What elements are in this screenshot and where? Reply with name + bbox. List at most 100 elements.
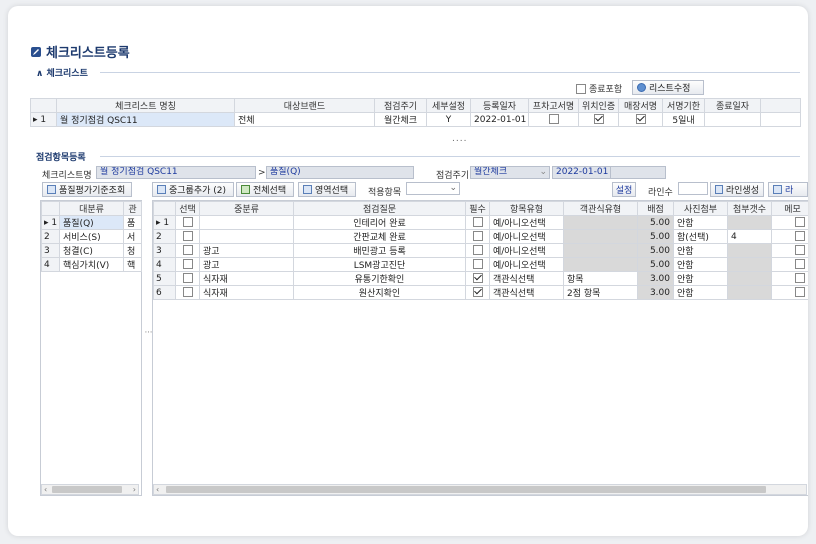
memo-checkbox[interactable] [795, 287, 805, 298]
vertical-splitter[interactable]: ⋮ [144, 328, 153, 336]
category-name[interactable]: 청결(C) [59, 243, 124, 258]
cell-memo[interactable] [771, 215, 808, 230]
col-header[interactable]: 체크리스트 명칭 [56, 98, 235, 113]
chevron-down-icon[interactable]: ⌄ [449, 183, 457, 194]
col-header[interactable]: 등록일자 [470, 98, 529, 113]
cell-mid-category[interactable]: 식자재 [199, 271, 294, 286]
cell-objective-type[interactable] [563, 243, 638, 258]
col-header[interactable]: 항목유형 [489, 201, 564, 216]
col-header[interactable]: 선택 [175, 201, 200, 216]
checklist-name-field[interactable]: 월 정기점검 QSC11 [96, 166, 256, 179]
memo-checkbox[interactable] [795, 259, 805, 270]
cell-franchise-sign[interactable] [528, 112, 579, 127]
cell-detail[interactable]: Y [426, 112, 471, 127]
cell-score[interactable]: 5.00 [637, 215, 674, 230]
col-header[interactable]: 프차고서명 [528, 98, 579, 113]
required-checkbox[interactable] [472, 287, 483, 298]
end-include-checkbox[interactable] [576, 83, 586, 94]
col-header[interactable]: 대분류 [59, 201, 124, 216]
cell-mid-category[interactable]: 광고 [199, 243, 294, 258]
item-row[interactable]: 3 광고 배민광고 등록 예/아니오선택 5.00 안함 [153, 243, 808, 258]
required-checkbox[interactable] [472, 231, 483, 242]
cell-sign-limit[interactable]: 5일내 [662, 112, 705, 127]
checklist-row[interactable]: ▸ 1 월 정기점검 QSC11 전체 월간체크 Y 2022-01-01 5일… [30, 112, 801, 127]
required-checkbox[interactable] [472, 259, 483, 270]
category-name[interactable]: 품질(Q) [59, 215, 124, 230]
scroll-right-icon[interactable]: › [133, 485, 136, 494]
select-checkbox[interactable] [182, 231, 193, 242]
category-row[interactable]: 4 핵심가치(V) 핵 [41, 257, 142, 272]
store-sign-checkbox[interactable] [635, 114, 646, 125]
required-checkbox[interactable] [472, 245, 483, 256]
category-row[interactable]: ▸ 1 품질(Q) 품 [41, 215, 142, 230]
cell-select[interactable] [175, 257, 200, 272]
cell-photo[interactable]: 안함 [673, 285, 728, 300]
cell-item-type[interactable]: 예/아니오선택 [489, 243, 564, 258]
item-row[interactable]: 2 간판교체 완료 예/아니오선택 5.00 함(선택) 4 [153, 229, 808, 244]
category-extra[interactable]: 서 [123, 229, 142, 244]
item-row[interactable]: 5 식자재 유통기한확인 객관식선택 항목 3.00 안함 [153, 271, 808, 286]
settings-button[interactable]: 설정 [612, 182, 636, 197]
col-header[interactable]: 배점 [637, 201, 674, 216]
category-name[interactable]: 서비스(S) [59, 229, 124, 244]
col-header[interactable]: 관 [123, 201, 142, 216]
cell-name[interactable]: 월 정기점검 QSC11 [56, 112, 235, 127]
memo-checkbox[interactable] [795, 217, 805, 228]
checklist-section-header[interactable]: ∧ 체크리스트 [36, 66, 88, 79]
scroll-left-icon[interactable]: ‹ [156, 485, 159, 494]
select-checkbox[interactable] [182, 217, 193, 228]
cell-item-type[interactable]: 예/아니오선택 [489, 215, 564, 230]
cell-question[interactable]: 인테리어 완료 [293, 215, 466, 230]
cell-memo[interactable] [771, 285, 808, 300]
cell-mid-category[interactable]: 광고 [199, 257, 294, 272]
col-header[interactable]: 종료일자 [704, 98, 761, 113]
cell-question[interactable]: 간판교체 완료 [293, 229, 466, 244]
cell-score[interactable]: 5.00 [637, 257, 674, 272]
franchise-sign-checkbox[interactable] [548, 114, 559, 125]
cell-item-type[interactable]: 예/아니오선택 [489, 229, 564, 244]
category-extra[interactable]: 청 [123, 243, 142, 258]
cell-question[interactable]: LSM광고진단 [293, 257, 466, 272]
col-header[interactable]: 세부설정 [426, 98, 471, 113]
category-extra[interactable]: 품 [123, 215, 142, 230]
cell-score[interactable]: 5.00 [637, 243, 674, 258]
cell-mid-category[interactable] [199, 215, 294, 230]
item-row[interactable]: 4 광고 LSM광고진단 예/아니오선택 5.00 안함 [153, 257, 808, 272]
col-header[interactable]: 점검주기 [374, 98, 427, 113]
cell-objective-type[interactable] [563, 215, 638, 230]
cell-required[interactable] [465, 229, 490, 244]
cell-question[interactable]: 배민광고 등록 [293, 243, 466, 258]
cell-date[interactable]: 2022-01-01 [470, 112, 529, 127]
cell-attach-count[interactable] [727, 243, 772, 258]
required-checkbox[interactable] [472, 273, 483, 284]
cell-score[interactable]: 3.00 [637, 271, 674, 286]
category-row[interactable]: 3 청결(C) 청 [41, 243, 142, 258]
location-auth-checkbox[interactable] [593, 114, 604, 125]
cell-select[interactable] [175, 243, 200, 258]
cell-mid-category[interactable]: 식자재 [199, 285, 294, 300]
cell-photo[interactable]: 안함 [673, 215, 728, 230]
cell-mid-category[interactable] [199, 229, 294, 244]
cell-photo[interactable]: 함(선택) [673, 229, 728, 244]
cell-attach-count[interactable] [727, 271, 772, 286]
cell-attach-count[interactable]: 4 [727, 229, 772, 244]
cell-required[interactable] [465, 215, 490, 230]
cell-item-type[interactable]: 객관식선택 [489, 271, 564, 286]
cell-score[interactable]: 5.00 [637, 229, 674, 244]
cell-required[interactable] [465, 271, 490, 286]
select-checkbox[interactable] [182, 245, 193, 256]
cell-item-type[interactable]: 객관식선택 [489, 285, 564, 300]
cell-attach-count[interactable] [727, 257, 772, 272]
cell-memo[interactable] [771, 243, 808, 258]
category-row[interactable]: 2 서비스(S) 서 [41, 229, 142, 244]
date-field[interactable]: 2022-01-01 [552, 166, 612, 179]
col-header[interactable]: 메모 [771, 201, 808, 216]
cell-photo[interactable]: 안함 [673, 243, 728, 258]
cell-select[interactable] [175, 271, 200, 286]
item-row[interactable]: 6 식자재 원산지확인 객관식선택 2점 항목 3.00 안함 [153, 285, 808, 300]
select-all-button[interactable]: 전체선택 [236, 182, 294, 197]
cell-photo[interactable]: 안함 [673, 257, 728, 272]
cell-attach-count[interactable] [727, 215, 772, 230]
col-header[interactable]: 첨부갯수 [727, 201, 772, 216]
cell-required[interactable] [465, 243, 490, 258]
